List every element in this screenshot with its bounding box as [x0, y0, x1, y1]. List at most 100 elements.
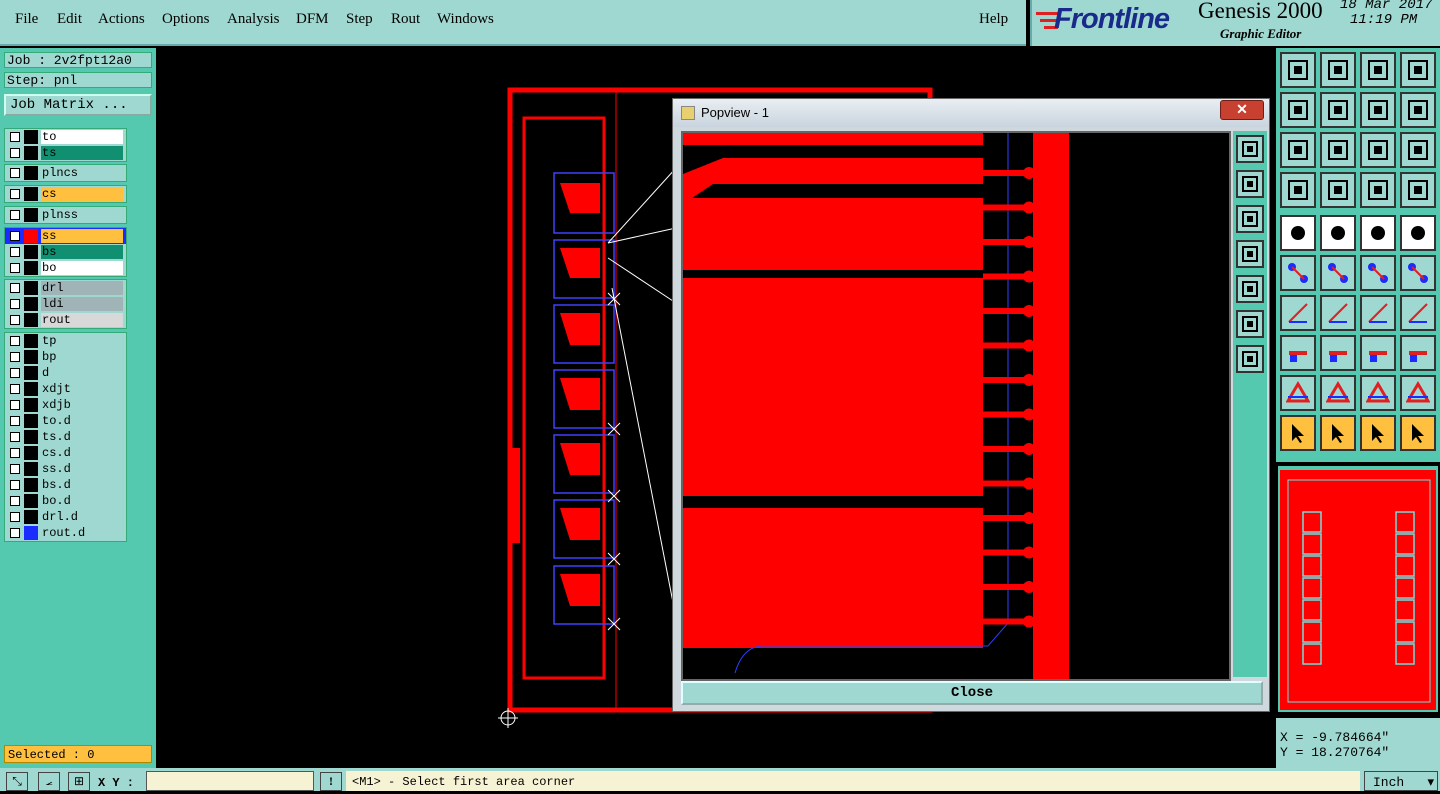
layer-color-swatch[interactable]: [24, 297, 38, 311]
layer-checkbox[interactable]: [10, 283, 20, 293]
layer-checkbox[interactable]: [10, 132, 20, 142]
swap-icon[interactable]: [1400, 92, 1436, 128]
menu-dfm[interactable]: DFM: [296, 11, 329, 28]
layer-row-xdjt[interactable]: xdjt: [5, 381, 126, 397]
layer-row-ss-d[interactable]: ss.d: [5, 461, 126, 477]
layer-checkbox[interactable]: [10, 315, 20, 325]
snap-icon[interactable]: ⤡: [6, 772, 28, 791]
move-icon[interactable]: [1360, 255, 1396, 291]
layer-row-rout[interactable]: rout: [5, 312, 126, 328]
zoom-home-icon[interactable]: [1360, 52, 1396, 88]
measure-icon[interactable]: [1360, 335, 1396, 371]
layer-row-drl-d[interactable]: drl.d: [5, 509, 126, 525]
copy-icon[interactable]: [1280, 335, 1316, 371]
layer-row-bp[interactable]: bp: [5, 349, 126, 365]
window-icon[interactable]: [1320, 52, 1356, 88]
mark-3-icon[interactable]: [1360, 375, 1396, 411]
stretch-icon[interactable]: [1320, 335, 1356, 371]
mark-4-icon[interactable]: [1400, 375, 1436, 411]
layer-checkbox[interactable]: [10, 299, 20, 309]
layer-color-swatch[interactable]: [24, 446, 38, 460]
layer-color-swatch[interactable]: [24, 350, 38, 364]
layer-checkbox[interactable]: [10, 384, 20, 394]
layer-color-swatch[interactable]: [24, 261, 38, 275]
angle-snap-icon[interactable]: ⦟: [38, 772, 60, 791]
pv-fit-icon[interactable]: [1236, 310, 1264, 338]
layer-color-swatch[interactable]: [24, 146, 38, 160]
layer-row-bo-d[interactable]: bo.d: [5, 493, 126, 509]
pan-left-icon[interactable]: [1280, 92, 1316, 128]
layer-color-swatch[interactable]: [24, 494, 38, 508]
tools-icon[interactable]: [1280, 172, 1316, 208]
grid-snap-icon[interactable]: ⊞: [68, 772, 90, 791]
layer-color-swatch[interactable]: [24, 510, 38, 524]
select-icon[interactable]: [1280, 215, 1316, 251]
help-icon[interactable]: [1400, 132, 1436, 168]
pv-home-icon[interactable]: [1236, 135, 1264, 163]
layer-color-swatch[interactable]: [24, 382, 38, 396]
split-view-icon[interactable]: [1400, 52, 1436, 88]
layer-checkbox[interactable]: [10, 368, 20, 378]
popview-close-button[interactable]: Close: [681, 681, 1263, 705]
layer-checkbox[interactable]: [10, 336, 20, 346]
layer-color-swatch[interactable]: [24, 334, 38, 348]
menu-edit[interactable]: Edit: [57, 11, 82, 28]
zoom-fit-icon[interactable]: [1280, 132, 1316, 168]
mark-2-icon[interactable]: [1320, 375, 1356, 411]
layer-checkbox[interactable]: [10, 148, 20, 158]
layer-checkbox[interactable]: [10, 496, 20, 506]
pv-right-icon[interactable]: [1236, 275, 1264, 303]
layer-row-to-d[interactable]: to.d: [5, 413, 126, 429]
layer-checkbox[interactable]: [10, 480, 20, 490]
line-icon[interactable]: [1320, 295, 1356, 331]
angle-icon[interactable]: [1280, 295, 1316, 331]
layer-color-swatch[interactable]: [24, 208, 38, 222]
layer-color-swatch[interactable]: [24, 478, 38, 492]
layer-color-swatch[interactable]: [24, 366, 38, 380]
layer-row-rout-d[interactable]: rout.d: [5, 525, 126, 541]
layer-color-swatch[interactable]: [24, 166, 38, 180]
layer-row-cs[interactable]: cs: [5, 186, 126, 202]
menu-actions[interactable]: Actions: [98, 11, 145, 28]
layer-row-plncs[interactable]: plncs: [5, 165, 126, 181]
layer-row-d[interactable]: d: [5, 365, 126, 381]
layer-color-swatch[interactable]: [24, 430, 38, 444]
layer-row-to[interactable]: to: [5, 129, 126, 145]
cut-icon[interactable]: [1320, 255, 1356, 291]
menu-step[interactable]: Step: [346, 11, 373, 28]
layer-row-ss[interactable]: ss: [5, 228, 126, 244]
layer-checkbox[interactable]: [10, 448, 20, 458]
layer-checkbox[interactable]: [10, 263, 20, 273]
pv-zoom-icon[interactable]: [1236, 345, 1264, 373]
layer-checkbox[interactable]: [10, 528, 20, 538]
move-2-icon[interactable]: [1400, 255, 1436, 291]
menu-file[interactable]: File: [15, 11, 38, 28]
job-matrix-button[interactable]: Job Matrix ...: [4, 94, 152, 116]
layer-color-swatch[interactable]: [24, 130, 38, 144]
layer-row-xdjb[interactable]: xdjb: [5, 397, 126, 413]
one-to-two-icon[interactable]: [1360, 132, 1396, 168]
connect-icon[interactable]: [1280, 255, 1316, 291]
menu-analysis[interactable]: Analysis: [227, 11, 280, 28]
layer-row-ts-d[interactable]: ts.d: [5, 429, 126, 445]
menu-windows[interactable]: Windows: [437, 11, 494, 28]
pointer-icon[interactable]: [1280, 415, 1316, 451]
layer-checkbox[interactable]: [10, 168, 20, 178]
layer-row-cs-d[interactable]: cs.d: [5, 445, 126, 461]
layer-checkbox[interactable]: [10, 512, 20, 522]
ruler-icon[interactable]: [1360, 215, 1396, 251]
pv-up-icon[interactable]: [1236, 170, 1264, 198]
layer-checkbox[interactable]: [10, 189, 20, 199]
pointer-box-icon[interactable]: [1320, 415, 1356, 451]
pointer-circle-icon[interactable]: [1360, 415, 1396, 451]
layer-row-bo[interactable]: bo: [5, 260, 126, 276]
menu-options[interactable]: Options: [162, 11, 210, 28]
text-icon[interactable]: [1400, 295, 1436, 331]
shapes-icon[interactable]: [1400, 335, 1436, 371]
popview-canvas[interactable]: [681, 131, 1231, 681]
xy-input[interactable]: [146, 771, 314, 791]
pad-icon[interactable]: [1400, 215, 1436, 251]
grid-icon[interactable]: [1320, 172, 1356, 208]
layer-color-swatch[interactable]: [24, 526, 38, 540]
mark-1-icon[interactable]: [1280, 375, 1316, 411]
